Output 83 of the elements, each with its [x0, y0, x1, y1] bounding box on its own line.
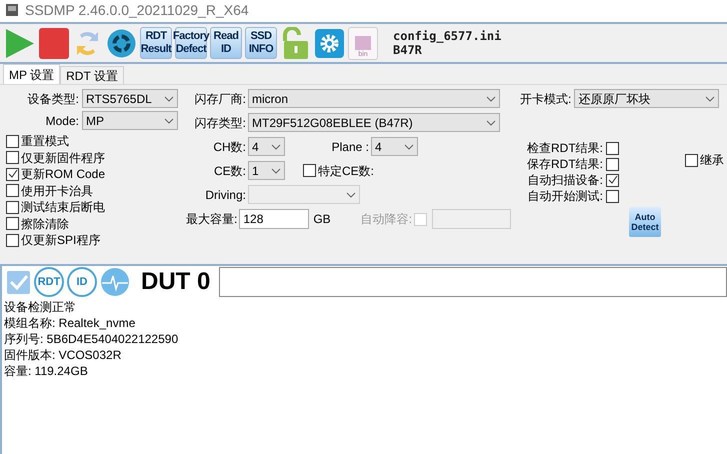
- checkbox[interactable]: [6, 168, 19, 181]
- dropdown[interactable]: MT29F512G08EBLEE (B47R): [248, 113, 500, 132]
- chevron-down-icon: [346, 192, 356, 198]
- field-label: Driving:: [204, 186, 246, 204]
- recycle-icon[interactable]: [106, 26, 137, 60]
- checkbox-label: 自动扫描设备:: [528, 172, 603, 189]
- app-icon: [5, 3, 19, 17]
- chevron-down-icon: [705, 96, 716, 102]
- field-label: 最大容量:: [186, 211, 238, 228]
- checkbox[interactable]: [6, 134, 19, 148]
- toolbar-button[interactable]: Read ID: [210, 27, 242, 59]
- checkbox-label: 仅更新固件程序: [21, 150, 105, 167]
- chevron-down-icon: [271, 144, 281, 150]
- checkbox-label: 使用开卡治具: [21, 182, 93, 200]
- checkbox[interactable]: [303, 164, 316, 177]
- config-file-name: config_6577.ini: [393, 29, 502, 43]
- checkbox-label: 特定CE数:: [318, 162, 374, 180]
- checkbox-label: 保存RDT结果:: [527, 156, 603, 173]
- circle-badge: RDT: [34, 267, 64, 297]
- toolbar-button[interactable]: Factory Defect: [175, 27, 207, 59]
- chevron-down-icon: [164, 96, 174, 102]
- checkbox-label: 重置模式: [21, 133, 69, 150]
- field-label: 闪存类型:: [194, 114, 246, 132]
- field-label: 设备类型:: [28, 90, 79, 108]
- field-label: 开卡模式:: [520, 90, 572, 108]
- dropdown[interactable]: RTS5765DL: [82, 89, 178, 108]
- checkbox[interactable]: [606, 158, 619, 170]
- field-label: 自动降容:: [360, 211, 412, 228]
- document-icon: [354, 34, 372, 50]
- pulse-icon: [100, 267, 130, 297]
- field-label: CH数:: [212, 138, 246, 156]
- field-label: Plane :: [330, 138, 369, 156]
- log-line: 设备检测正常: [4, 299, 77, 315]
- checkbox[interactable]: [685, 154, 698, 166]
- checkbox[interactable]: [6, 217, 19, 230]
- checkbox[interactable]: [606, 190, 619, 202]
- checkmark-icon: [6, 270, 31, 294]
- tab[interactable]: RDT 设置: [60, 66, 124, 84]
- status-field[interactable]: [219, 267, 727, 297]
- dut-title: DUT 0: [141, 267, 210, 297]
- checkbox[interactable]: [606, 142, 619, 154]
- checkbox-label: 仅更新SPI程序: [21, 232, 100, 250]
- text-field[interactable]: [432, 209, 511, 229]
- flash-label: B47R: [393, 43, 423, 57]
- log-line: 固件版本: VCOS032R: [4, 347, 122, 363]
- checkbox[interactable]: [6, 234, 19, 247]
- checkbox-label: 检查RDT结果:: [527, 140, 603, 157]
- dropdown[interactable]: micron: [248, 89, 500, 108]
- tab[interactable]: MP 设置: [3, 64, 60, 84]
- chevron-down-icon: [164, 118, 174, 124]
- log-line: 模组名称: Realtek_nvme: [4, 315, 136, 331]
- checkbox[interactable]: [6, 184, 19, 198]
- checkbox[interactable]: [6, 200, 19, 214]
- checkbox-label: 自动开始测试:: [528, 188, 603, 205]
- field-label: Mode:: [46, 112, 79, 130]
- stop-icon[interactable]: [38, 26, 69, 60]
- window-title: SSDMP 2.46.0.0_20211029_R_X64: [25, 0, 249, 20]
- checkbox-label: 擦除清除: [21, 216, 69, 233]
- circle-badge: ID: [67, 267, 97, 297]
- toolbar-button[interactable]: RDT Result: [140, 27, 172, 59]
- dropdown[interactable]: 还原原厂坏块: [574, 89, 720, 108]
- dropdown[interactable]: 4: [248, 137, 285, 156]
- settings-icon[interactable]: [314, 26, 345, 60]
- capacity-input[interactable]: 128: [239, 209, 310, 229]
- checkbox-label: 继承: [700, 152, 724, 169]
- checkbox-label: 测试结束后断电: [21, 199, 105, 216]
- checkbox-label: 更新ROM Code: [21, 166, 106, 184]
- checkbox[interactable]: [606, 174, 619, 186]
- unit-label: GB: [313, 211, 331, 228]
- dropdown[interactable]: 1: [248, 161, 285, 180]
- toolbar-button[interactable]: SSD INFO: [245, 27, 277, 59]
- log-line: 容量: 119.24GB: [4, 363, 89, 379]
- chevron-down-icon: [486, 120, 496, 126]
- chevron-down-icon: [404, 144, 414, 150]
- dropdown[interactable]: MP: [82, 111, 178, 130]
- checkbox[interactable]: [6, 151, 19, 164]
- chevron-down-icon: [271, 168, 281, 174]
- field-label: CE数:: [212, 162, 246, 180]
- field-label: 闪存厂商:: [194, 90, 246, 108]
- chevron-down-icon: [486, 96, 496, 102]
- dropdown[interactable]: 4: [371, 137, 418, 156]
- auto-detect-button[interactable]: Auto Detect: [629, 207, 661, 237]
- log-line: 序列号: 5B6D4E5404022122590: [4, 331, 180, 347]
